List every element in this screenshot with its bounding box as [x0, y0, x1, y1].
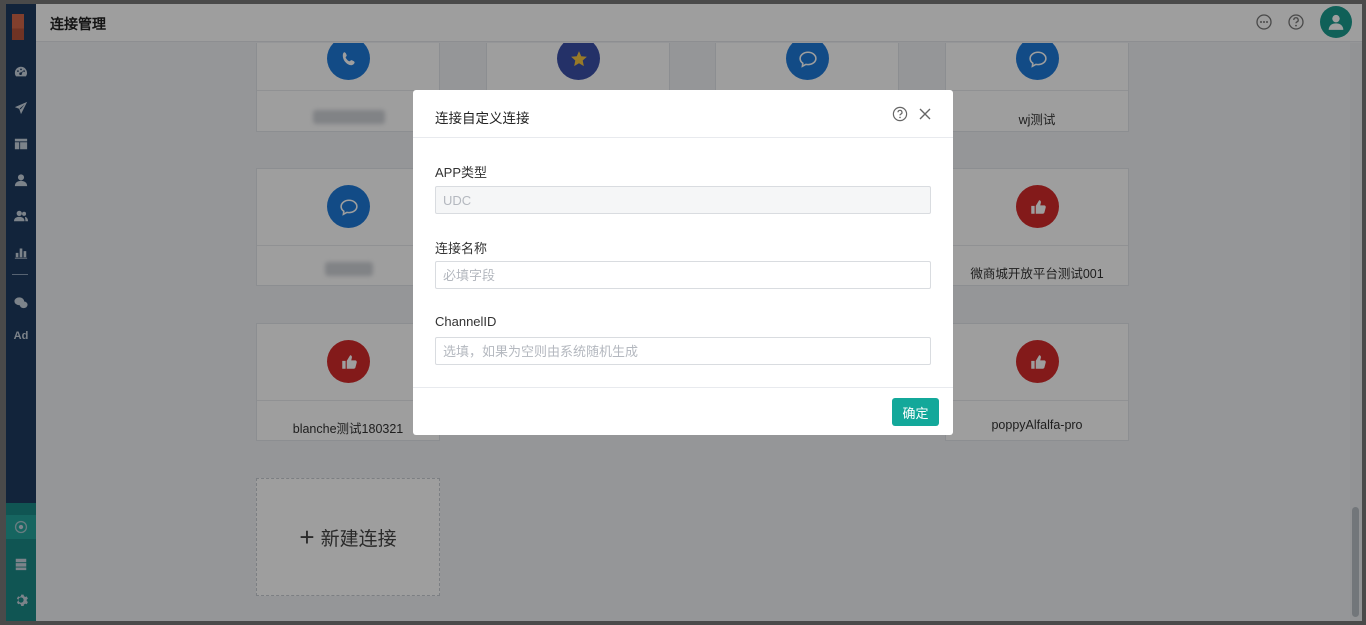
channel-id-input[interactable]	[435, 337, 931, 365]
confirm-button[interactable]: 确定	[892, 398, 939, 426]
close-icon[interactable]	[917, 106, 933, 122]
dialog-header: 连接自定义连接	[413, 90, 953, 138]
channel-id-label: ChannelID	[435, 314, 497, 329]
app-frame: Ad 连接管理 wj测试 微商城开放平台测试001 blanche测试18032…	[6, 4, 1362, 621]
connection-name-input[interactable]	[435, 261, 931, 289]
app-type-label: APP类型	[435, 165, 488, 180]
custom-connection-dialog: 连接自定义连接 APP类型 连接名称 ChannelID 确定	[413, 90, 953, 435]
dialog-footer: 确定	[413, 387, 953, 435]
connection-name-label: 连接名称	[435, 241, 488, 256]
dialog-title: 连接自定义连接	[435, 111, 530, 126]
app-type-field	[435, 186, 931, 214]
help-icon[interactable]	[892, 106, 908, 122]
